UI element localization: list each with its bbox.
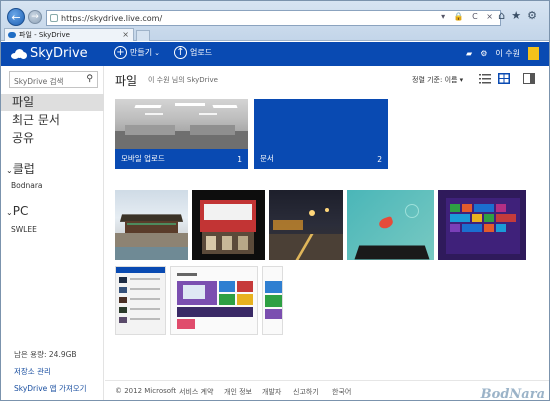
thumbnail-view-icon[interactable] [498, 73, 510, 84]
group-pc[interactable]: ⌄PC [6, 204, 28, 218]
chevron-down-icon: ⌄ [6, 166, 13, 175]
breadcrumb[interactable]: 이 수원 님의 SkyDrive [148, 75, 218, 85]
details-pane-icon[interactable] [523, 73, 535, 84]
skydrive-tab-icon [8, 32, 16, 38]
tab-close-icon[interactable]: × [122, 30, 129, 39]
folder-mobile-uploads[interactable]: 모바일 업로드 1 [115, 99, 248, 169]
storage-quota: 남은 용량: 24.9GB [14, 350, 77, 359]
chat-icon[interactable]: ▰ [466, 49, 472, 58]
screenshot-phone-thumbnail[interactable] [115, 266, 166, 335]
browser-window: ← → https://skydrive.live.com/ ▾ 🔒 C × ⌂… [0, 0, 550, 401]
search-placeholder: SkyDrive 검색 [14, 77, 64, 86]
get-app-link[interactable]: SkyDrive 앱 가져오기 [14, 383, 87, 394]
upload-label: 업로드 [190, 48, 213, 57]
group-clubs[interactable]: ⌄클럽 [6, 160, 35, 177]
photo-night-street-thumbnail[interactable] [269, 190, 343, 260]
folder-name: 문서 [260, 154, 274, 163]
search-icon[interactable]: ⚲ [86, 74, 93, 84]
footer-link-developers[interactable]: 개발자 [262, 387, 281, 397]
folder-cover-photo [115, 99, 248, 149]
header-tools: ▰ ⚙ 이 수원 [466, 47, 539, 60]
avatar[interactable] [528, 47, 539, 60]
plus-icon: + [114, 46, 127, 59]
star-icon[interactable]: ★ [511, 9, 527, 22]
back-button[interactable]: ← [7, 8, 25, 26]
browser-toolbar: ← → https://skydrive.live.com/ ▾ 🔒 C × ⌂… [1, 1, 549, 41]
sidebar-item-shared[interactable]: 공유 [1, 130, 104, 147]
footer-link-report[interactable]: 신고하기 [293, 387, 319, 397]
list-view-icon[interactable] [479, 73, 491, 84]
folder-name: 모바일 업로드 [121, 154, 165, 163]
footer-link-terms[interactable]: 서비스 계약 [179, 387, 213, 397]
gear-icon[interactable]: ⚙ [527, 9, 543, 22]
pc-item[interactable]: SWLEE [11, 225, 37, 234]
folder-documents[interactable]: 문서 2 [254, 99, 388, 169]
sidebar: SkyDrive 검색 ⚲ 파일 최근 문서 공유 ⌄클럽 Bodnara ⌄P… [1, 66, 104, 400]
search-input[interactable]: SkyDrive 검색 ⚲ [9, 71, 98, 88]
tab-title: 파일 - SkyDrive [19, 31, 70, 39]
main-content: 파일 이 수원 님의 SkyDrive 정렬 기준: 이름 ▾ 모바일 업로드 … [105, 66, 549, 380]
sidebar-item-recent[interactable]: 최근 문서 [1, 112, 104, 129]
page-title: 파일 [115, 74, 138, 88]
page-icon [50, 14, 58, 22]
home-icon[interactable]: ⌂ [498, 9, 511, 22]
skydrive-brand[interactable]: SkyDrive [11, 46, 88, 61]
footer-link-language[interactable]: 한국어 [332, 387, 351, 397]
create-button[interactable]: + 만들기 ⌄ [114, 46, 160, 59]
photo-windows-tablet-thumbnail[interactable] [347, 190, 434, 260]
upload-icon: ↑ [174, 46, 187, 59]
photo-storefront-thumbnail[interactable] [192, 190, 265, 260]
watermark: BodNara [480, 387, 545, 401]
browser-icons: ⌂★⚙ [498, 9, 543, 22]
tab-skydrive[interactable]: 파일 - SkyDrive × [4, 28, 134, 41]
folder-count: 1 [237, 155, 242, 164]
user-name[interactable]: 이 수원 [495, 48, 520, 59]
gear-icon[interactable]: ⚙ [480, 49, 487, 58]
address-tools[interactable]: ▾ 🔒 C × [441, 12, 496, 21]
sort-dropdown[interactable]: 정렬 기준: 이름 ▾ [412, 75, 463, 85]
sidebar-item-files[interactable]: 파일 [1, 94, 104, 111]
address-url: https://skydrive.live.com/ [61, 13, 163, 23]
screenshot-partial-thumbnail[interactable] [262, 266, 283, 335]
manage-storage-link[interactable]: 저장소 관리 [14, 366, 51, 377]
photo-windows-start-thumbnail[interactable] [438, 190, 526, 260]
footer-link-privacy[interactable]: 개인 정보 [224, 387, 252, 397]
skydrive-header: SkyDrive + 만들기 ⌄ ↑ 업로드 ▰ ⚙ 이 수원 [1, 42, 549, 66]
copyright: © 2012 Microsoft [115, 387, 177, 395]
create-label: 만들기 [130, 48, 153, 57]
upload-button[interactable]: ↑ 업로드 [174, 46, 212, 59]
new-tab-button[interactable] [136, 30, 150, 41]
brand-name: SkyDrive [30, 46, 88, 61]
club-item[interactable]: Bodnara [11, 181, 43, 190]
cloud-icon [11, 48, 27, 59]
chevron-down-icon: ⌄ [154, 48, 160, 57]
chevron-down-icon: ⌄ [6, 208, 13, 217]
forward-button[interactable]: → [28, 10, 42, 24]
footer: © 2012 Microsoft 서비스 계약 개인 정보 개발자 신고하기 한… [105, 380, 549, 401]
screenshot-store-thumbnail[interactable] [170, 266, 258, 335]
photo-palace-thumbnail[interactable] [115, 190, 188, 260]
folder-count: 2 [377, 155, 382, 164]
address-bar[interactable]: https://skydrive.live.com/ ▾ 🔒 C × [46, 10, 501, 26]
